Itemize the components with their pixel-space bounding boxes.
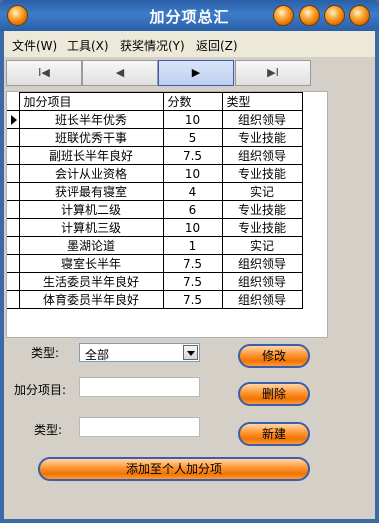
table-row[interactable]: 生活委员半年良好 7.5 组织领导 xyxy=(7,272,303,291)
first-record-button[interactable]: I◀ xyxy=(6,60,82,86)
table-row[interactable]: 体育委员半年良好 7.5 组织领导 xyxy=(7,290,303,309)
table-row[interactable]: 计算机二级 6 专业技能 xyxy=(7,200,303,219)
row-indicator[interactable] xyxy=(7,200,20,219)
column-header-item[interactable]: 加分项目 xyxy=(18,92,164,111)
cell-type[interactable]: 组织领导 xyxy=(221,110,303,129)
cell-score[interactable]: 10 xyxy=(162,110,223,129)
row-indicator[interactable] xyxy=(7,290,20,309)
row-indicator[interactable] xyxy=(7,128,20,147)
row-indicator[interactable] xyxy=(7,218,20,237)
type-filter-select[interactable]: 全部 xyxy=(79,343,200,362)
title-bar: 加分项总汇 xyxy=(0,0,379,31)
row-indicator[interactable] xyxy=(7,110,20,129)
cell-item[interactable]: 班长半年优秀 xyxy=(18,110,164,129)
row-indicator[interactable] xyxy=(7,272,20,291)
menu-bar: 文件(W) 工具(X) 获奖情况(Y) 返回(Z) xyxy=(4,31,375,57)
cell-item[interactable]: 会计从业资格 xyxy=(18,164,164,183)
cell-score[interactable]: 5 xyxy=(162,128,223,147)
cell-item[interactable]: 计算机三级 xyxy=(18,218,164,237)
items-grid[interactable]: 加分项目 分数 类型 班长半年优秀 10 组织领导 班联优秀干事 5 专业技能 副班长半年良… xyxy=(6,91,328,338)
table-row[interactable]: 会计从业资格 10 专业技能 xyxy=(7,164,303,183)
record-navigator: I◀ ◀ ▶ ▶I xyxy=(6,60,313,87)
cell-type[interactable]: 专业技能 xyxy=(221,218,303,237)
cell-type[interactable]: 专业技能 xyxy=(221,200,303,219)
previous-record-button[interactable]: ◀ xyxy=(82,60,158,86)
row-indicator[interactable] xyxy=(7,182,20,201)
type-filter-label: 类型: xyxy=(31,346,60,360)
help-button[interactable] xyxy=(273,5,294,26)
cell-item[interactable]: 体育委员半年良好 xyxy=(18,290,164,309)
app-window: 加分项总汇 文件(W) 工具(X) 获奖情况(Y) 返回(Z) I◀ ◀ ▶ ▶… xyxy=(0,0,379,523)
items-table: 加分项目 分数 类型 班长半年优秀 10 组织领导 班联优秀干事 5 专业技能 副班长半年良… xyxy=(7,92,303,309)
type-input-label: 类型: xyxy=(34,423,63,437)
table-row[interactable]: 副班长半年良好 7.5 组织领导 xyxy=(7,146,303,165)
cell-type[interactable]: 组织领导 xyxy=(221,146,303,165)
close-button[interactable] xyxy=(349,5,370,26)
menu-awards[interactable]: 获奖情况(Y) xyxy=(120,37,185,54)
cell-item[interactable]: 副班长半年良好 xyxy=(18,146,164,165)
column-header-score[interactable]: 分数 xyxy=(162,92,223,111)
window-title: 加分项总汇 xyxy=(149,8,230,26)
column-header-type[interactable]: 类型 xyxy=(221,92,303,111)
row-indicator[interactable] xyxy=(7,254,20,273)
item-name-label: 加分项目: xyxy=(14,383,67,397)
delete-button[interactable]: 删除 xyxy=(238,382,310,406)
type-filter-value: 全部 xyxy=(85,348,110,362)
cell-score[interactable]: 7.5 xyxy=(162,290,223,309)
cell-type[interactable]: 专业技能 xyxy=(221,128,303,147)
cell-score[interactable]: 4 xyxy=(162,182,223,201)
cell-item[interactable]: 寝室长半年 xyxy=(18,254,164,273)
type-input[interactable] xyxy=(79,417,200,437)
menu-back[interactable]: 返回(Z) xyxy=(196,37,238,54)
cell-type[interactable]: 组织领导 xyxy=(221,290,303,309)
menu-file[interactable]: 文件(W) xyxy=(12,37,57,54)
row-indicator[interactable] xyxy=(7,236,20,255)
add-to-personal-button[interactable]: 添加至个人加分项 xyxy=(38,457,310,481)
last-record-button[interactable]: ▶I xyxy=(235,60,311,86)
cell-score[interactable]: 10 xyxy=(162,218,223,237)
table-row[interactable]: 班联优秀干事 5 专业技能 xyxy=(7,128,303,147)
item-name-input[interactable] xyxy=(79,377,200,397)
cell-score[interactable]: 1 xyxy=(162,236,223,255)
cell-type[interactable]: 组织领导 xyxy=(221,254,303,273)
row-indicator-header xyxy=(7,92,20,111)
minimize-button[interactable] xyxy=(299,5,320,26)
cell-item[interactable]: 班联优秀干事 xyxy=(18,128,164,147)
new-button[interactable]: 新建 xyxy=(238,422,310,446)
table-row[interactable]: 计算机三级 10 专业技能 xyxy=(7,218,303,237)
cell-item[interactable]: 生活委员半年良好 xyxy=(18,272,164,291)
cell-item[interactable]: 墨湖论道 xyxy=(18,236,164,255)
cell-score[interactable]: 6 xyxy=(162,200,223,219)
cell-item[interactable]: 获评最有寝室 xyxy=(18,182,164,201)
client-area: 文件(W) 工具(X) 获奖情况(Y) 返回(Z) I◀ ◀ ▶ ▶I 加分项目… xyxy=(4,31,375,519)
row-indicator[interactable] xyxy=(7,164,20,183)
table-row[interactable]: 墨湖论道 1 实记 xyxy=(7,236,303,255)
cell-score[interactable]: 7.5 xyxy=(162,254,223,273)
cell-item[interactable]: 计算机二级 xyxy=(18,200,164,219)
next-record-button[interactable]: ▶ xyxy=(158,60,234,86)
cell-type[interactable]: 专业技能 xyxy=(221,164,303,183)
table-row[interactable]: 班长半年优秀 10 组织领导 xyxy=(7,110,303,129)
row-indicator[interactable] xyxy=(7,146,20,165)
cell-type[interactable]: 实记 xyxy=(221,182,303,201)
cell-score[interactable]: 7.5 xyxy=(162,272,223,291)
menu-tools[interactable]: 工具(X) xyxy=(67,37,109,54)
cell-score[interactable]: 10 xyxy=(162,164,223,183)
table-row[interactable]: 获评最有寝室 4 实记 xyxy=(7,182,303,201)
current-row-arrow-icon xyxy=(11,114,17,125)
cell-type[interactable]: 实记 xyxy=(221,236,303,255)
cell-type[interactable]: 组织领导 xyxy=(221,272,303,291)
modify-button[interactable]: 修改 xyxy=(238,344,310,368)
table-row[interactable]: 寝室长半年 7.5 组织领导 xyxy=(7,254,303,273)
cell-score[interactable]: 7.5 xyxy=(162,146,223,165)
chevron-down-icon[interactable] xyxy=(183,345,198,360)
maximize-button[interactable] xyxy=(324,5,345,26)
